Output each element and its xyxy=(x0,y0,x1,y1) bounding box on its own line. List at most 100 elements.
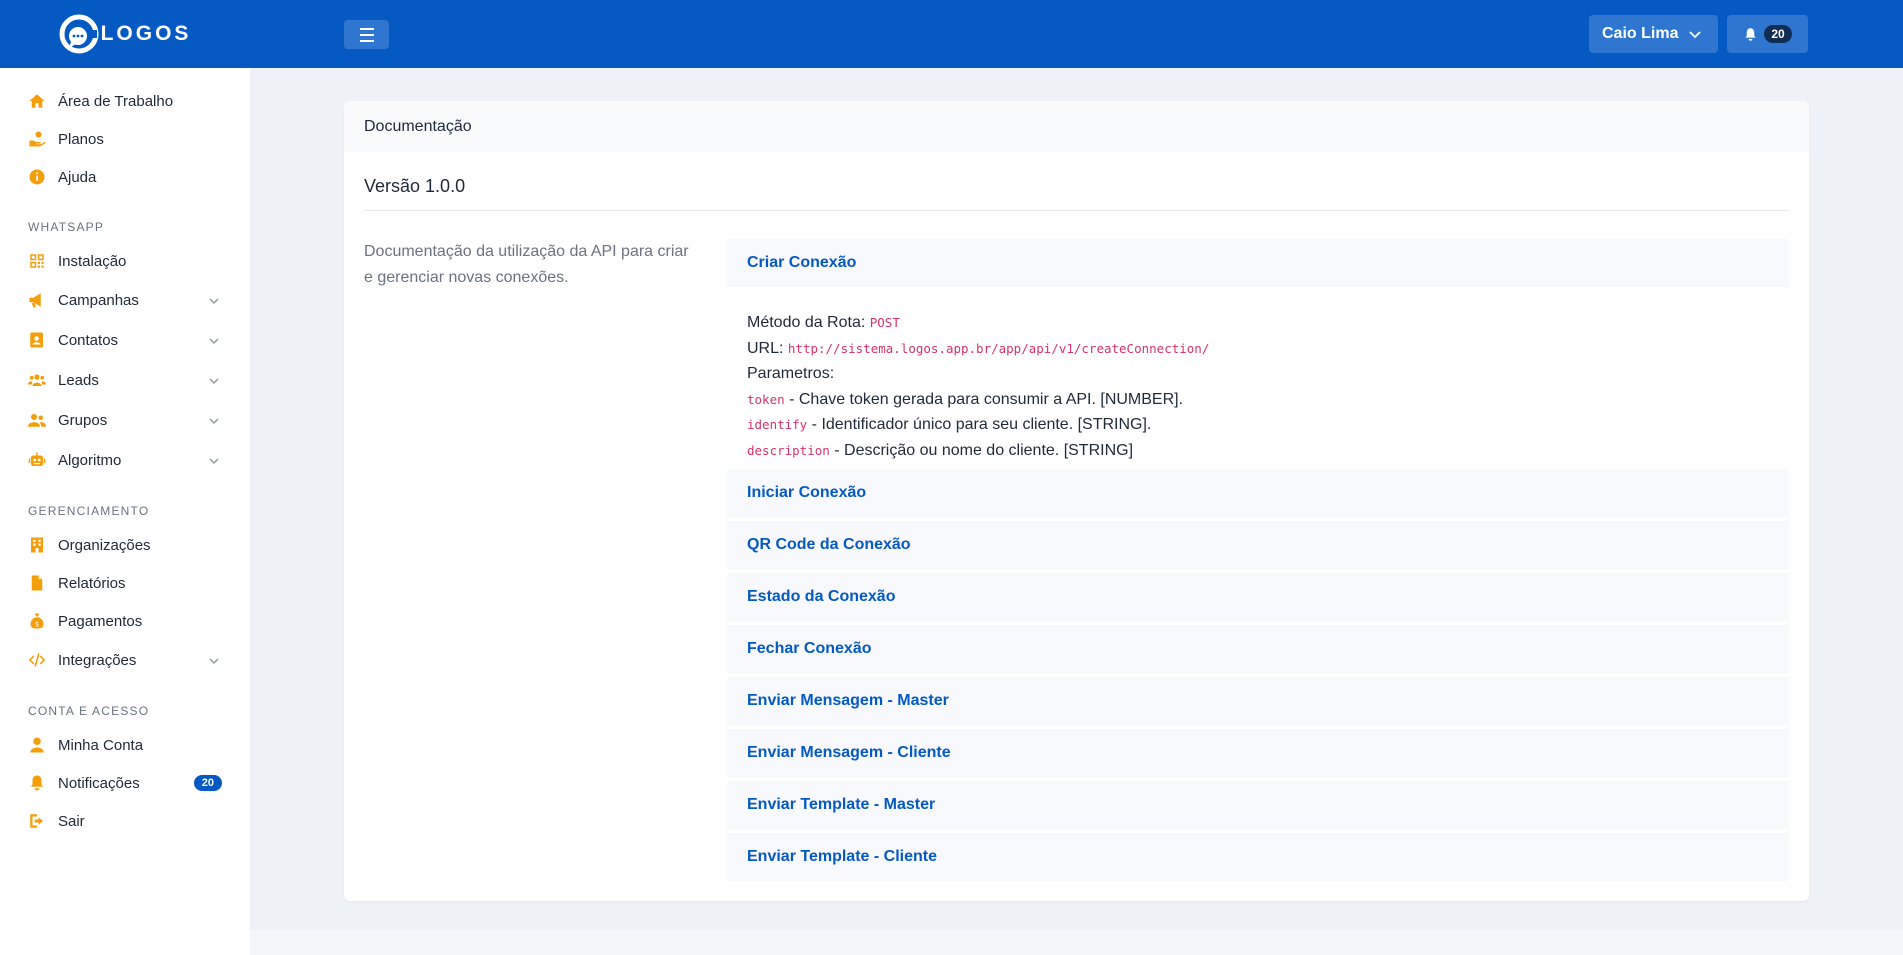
chevron-down-icon xyxy=(208,414,220,426)
footer xyxy=(250,930,1903,955)
notifications-button[interactable]: 20 xyxy=(1727,15,1808,53)
sidebar-item-label: Área de Trabalho xyxy=(58,92,174,110)
version-title: Versão 1.0.0 xyxy=(364,176,466,196)
card-title: Documentação xyxy=(364,117,472,135)
user-name: Caio Lima xyxy=(1602,25,1679,42)
sidebar-item-label: Campanhas xyxy=(58,291,139,309)
accordion-header-enviar-template-master[interactable]: Enviar Template - Master xyxy=(727,781,1789,829)
param-desc: - Descrição ou nome do cliente. [STRING] xyxy=(829,441,1134,459)
logo-text: LOGOS xyxy=(100,22,192,45)
user-group-icon xyxy=(28,411,46,429)
sidebar-item-organizacoes[interactable]: Organizações xyxy=(0,526,250,564)
accordion-body-criar-conexao: Método da Rota: POST URL: http://sistema… xyxy=(727,291,1789,469)
megaphone-icon xyxy=(28,291,46,309)
accordion-header-estado-da-conexao[interactable]: Estado da Conexão xyxy=(727,573,1789,621)
accordion-header-enviar-mensagem-cliente[interactable]: Enviar Mensagem - Cliente xyxy=(727,729,1789,777)
user-menu-button[interactable]: Caio Lima xyxy=(1589,15,1718,53)
sidebar-item-label: Integrações xyxy=(58,651,137,669)
sidebar-item-label: Ajuda xyxy=(58,168,97,186)
home-icon xyxy=(28,92,46,110)
accordion-header-qr-code-da-conexao[interactable]: QR Code da Conexão xyxy=(727,521,1789,569)
sidebar-item-algoritmo[interactable]: Algoritmo xyxy=(0,440,250,480)
accordion-header-enviar-mensagem-master[interactable]: Enviar Mensagem - Master xyxy=(727,677,1789,725)
param-name: description xyxy=(747,442,830,458)
code-icon xyxy=(28,651,46,669)
sidebar-item-planos[interactable]: Planos xyxy=(0,120,250,158)
sidebar-item-label: Contatos xyxy=(58,331,119,349)
sidebar-item-instalacao[interactable]: Instalação xyxy=(0,242,250,280)
method-line: Método da Rota: POST xyxy=(747,310,1769,336)
sidebar-item-label: Sair xyxy=(58,812,85,830)
param-line: token - Chave token gerada para consumir… xyxy=(747,387,1769,413)
url-value: http://sistema.logos.app.br/app/api/v1/c… xyxy=(787,340,1210,356)
user-icon xyxy=(28,736,46,754)
url-line: URL: http://sistema.logos.app.br/app/api… xyxy=(747,336,1769,362)
method-label: Método da Rota: xyxy=(747,314,866,331)
sidebar-item-minha-conta[interactable]: Minha Conta xyxy=(0,726,250,764)
accordion-title: Enviar Mensagem - Cliente xyxy=(747,744,951,761)
section-title-conta-e-acesso: CONTA E ACESSO xyxy=(28,704,150,718)
chevron-down-icon xyxy=(208,374,220,386)
sidebar-item-label: Minha Conta xyxy=(58,736,144,754)
building-icon xyxy=(28,536,46,554)
hand-coin-icon xyxy=(28,130,46,148)
sidebar-item-grupos[interactable]: Grupos xyxy=(0,400,250,440)
sidebar-item-label: Algoritmo xyxy=(58,451,122,469)
topbar: Caio Lima 20 xyxy=(250,0,1903,68)
notifications-badge: 20 xyxy=(193,775,222,791)
param-desc: - Chave token gerada para consumir a API… xyxy=(784,390,1184,408)
sidebar-item-leads[interactable]: Leads xyxy=(0,360,250,400)
sidebar-item-sair[interactable]: Sair xyxy=(0,802,250,840)
logo-bar: LOGOS xyxy=(0,0,250,68)
file-icon xyxy=(28,574,46,592)
accordion-header-fechar-conexao[interactable]: Fechar Conexão xyxy=(727,625,1789,673)
sidebar-item-integracoes[interactable]: Integrações xyxy=(0,640,250,680)
accordion-title: Criar Conexão xyxy=(747,254,857,271)
sidebar-item-label: Relatórios xyxy=(58,574,126,592)
api-description: Documentação da utilização da API para c… xyxy=(364,243,689,286)
sidebar-item-label: Instalação xyxy=(58,252,127,270)
url-label: URL: xyxy=(747,339,784,357)
sidebar-item-area-de-trabalho[interactable]: Área de Trabalho xyxy=(0,82,250,120)
sidebar-item-notificacoes[interactable]: Notificações 20 xyxy=(0,764,250,802)
chevron-down-icon xyxy=(208,654,220,666)
accordion-header-enviar-template-cliente[interactable]: Enviar Template - Cliente xyxy=(727,833,1789,881)
menu-toggle-button[interactable] xyxy=(344,20,389,49)
accordion-header-iniciar-conexao[interactable]: Iniciar Conexão xyxy=(727,469,1789,517)
accordion-header-criar-conexao[interactable]: Criar Conexão xyxy=(727,239,1789,287)
sidebar-item-pagamentos[interactable]: $ Pagamentos xyxy=(0,602,250,640)
endpoints-accordion: Criar Conexão Método da Rota: POST URL: … xyxy=(727,239,1789,885)
bell-icon xyxy=(1745,27,1756,41)
sidebar-item-campanhas[interactable]: Campanhas xyxy=(0,280,250,320)
accordion-title: Iniciar Conexão xyxy=(747,484,867,501)
money-bag-icon: $ xyxy=(28,612,46,630)
card-header: Documentação xyxy=(344,101,1809,152)
notification-count-badge: 20 xyxy=(1764,25,1792,43)
users-icon xyxy=(28,371,46,389)
param-line: identify - Identificador único para seu … xyxy=(747,412,1769,438)
sidebar-item-ajuda[interactable]: Ajuda xyxy=(0,158,250,196)
accordion-title: Enviar Template - Master xyxy=(747,796,936,813)
method-value: POST xyxy=(869,315,900,330)
hamburger-icon xyxy=(359,26,374,44)
section-title-gerenciamento: GERENCIAMENTO xyxy=(28,504,150,518)
info-icon xyxy=(28,168,46,186)
param-desc: - Identificador único para seu cliente. … xyxy=(807,416,1152,433)
chevron-down-icon xyxy=(208,334,220,346)
accordion-title: Enviar Template - Cliente xyxy=(747,848,937,865)
chevron-down-icon xyxy=(208,454,220,466)
sidebar-item-label: Pagamentos xyxy=(58,612,143,630)
qrcode-icon xyxy=(28,252,46,270)
robot-icon xyxy=(28,451,46,469)
sidebar-item-label: Leads xyxy=(58,371,99,389)
accordion-title: Estado da Conexão xyxy=(747,588,896,605)
param-line: description - Descrição ou nome do clien… xyxy=(747,438,1769,464)
svg-text:$: $ xyxy=(35,620,39,628)
sidebar-item-contatos[interactable]: Contatos xyxy=(0,320,250,360)
sidebar-nav: Área de Trabalho Planos Ajuda WHATSAPP I… xyxy=(0,68,250,840)
divider xyxy=(364,210,1789,211)
logo[interactable]: LOGOS xyxy=(59,14,192,54)
accordion-title: Enviar Mensagem - Master xyxy=(747,692,949,709)
sidebar-item-relatorios[interactable]: Relatórios xyxy=(0,564,250,602)
sidebar-item-label: Planos xyxy=(58,130,104,148)
